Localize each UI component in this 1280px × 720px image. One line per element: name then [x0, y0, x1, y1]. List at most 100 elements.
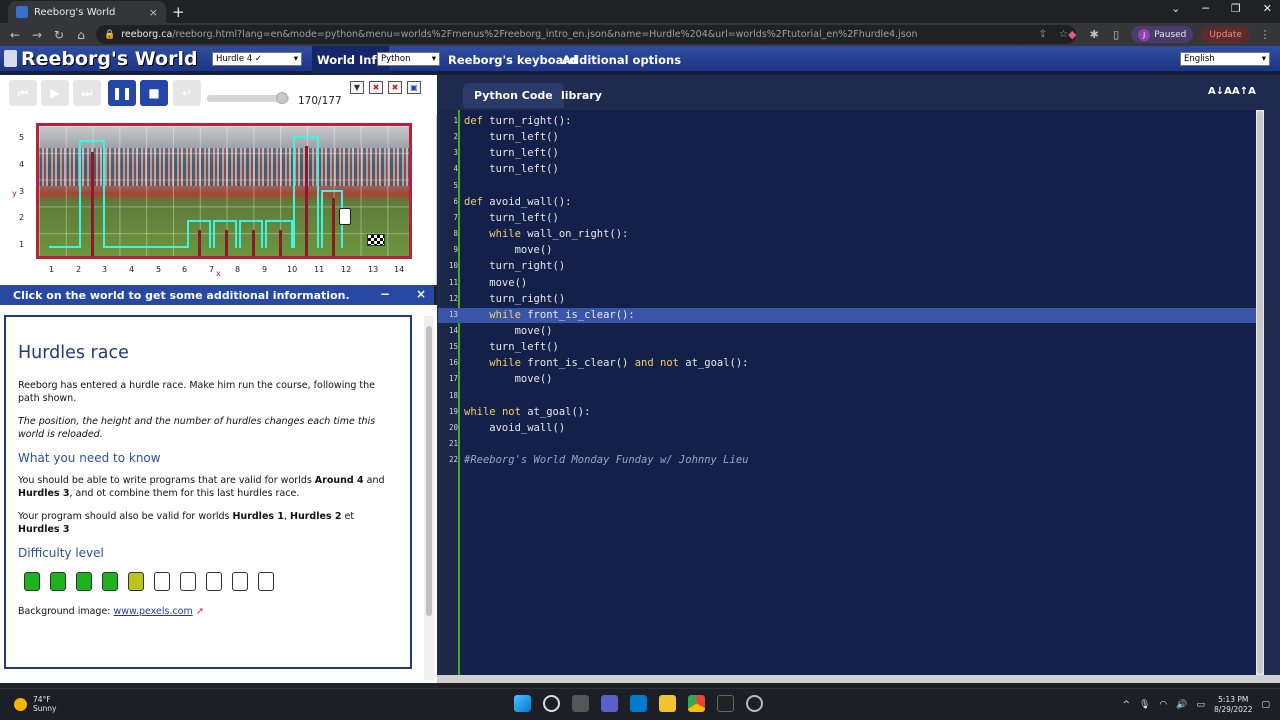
close-window-icon[interactable]: ✕ [1263, 2, 1272, 15]
code-line[interactable]: avoid_wall() [464, 420, 565, 436]
minimize-window-icon[interactable]: ─ [1202, 2, 1209, 15]
volume-icon[interactable]: 🔊 [1176, 700, 1187, 710]
x-tick: 8 [235, 265, 241, 274]
restore-window-icon[interactable]: ❐ [1231, 2, 1241, 15]
tab-close-icon[interactable]: × [149, 6, 158, 19]
chrome-icon[interactable] [688, 695, 705, 712]
code-line[interactable]: while not at_goal(): [464, 404, 590, 420]
extension-icon[interactable]: ◆ [1065, 28, 1079, 41]
reload-icon[interactable]: ↻ [48, 28, 70, 42]
profile-button[interactable]: J Paused [1131, 26, 1194, 43]
code-line[interactable]: turn_left() [464, 161, 559, 177]
x-tick: 2 [76, 265, 82, 274]
code-line[interactable]: move() [464, 371, 553, 387]
microphone-icon[interactable]: 🎙 [1139, 700, 1150, 710]
home-icon[interactable]: ⌂ [70, 28, 92, 42]
scrollbar-thumb[interactable] [426, 326, 432, 616]
windows-taskbar: 74°F Sunny ^ 🎙 ◠ 🔊 ▭ 5:13 PM 8/29/2022 ▢ [0, 688, 1280, 720]
code-area[interactable]: 1 def turn_right(): 2 turn_left() 3 turn_le… [438, 110, 1256, 675]
decrease-font-button[interactable]: A↓A [1208, 86, 1232, 97]
code-editor-panel: Python Code library A↓A A↑A 1 def turn_ri… [437, 75, 1280, 683]
kebab-menu-icon[interactable]: ⋮ [1258, 28, 1272, 41]
screenshot-icon[interactable]: ▣ [407, 81, 421, 94]
code-line[interactable]: def turn_right(): [464, 113, 571, 129]
teams-chat-icon[interactable] [601, 695, 618, 712]
world-select[interactable]: Hurdle 4 ✓ ▾ [212, 52, 302, 66]
code-line[interactable]: turn_left() [464, 129, 559, 145]
world-description: Hurdles race Reeborg has entered a hurdl… [4, 315, 412, 669]
world-info-titlebar[interactable]: Click on the world to get some additiona… [0, 285, 434, 305]
code-line[interactable]: while wall_on_right(): [464, 226, 628, 242]
code-line[interactable]: move() [464, 275, 527, 291]
code-line[interactable]: def avoid_wall(): [464, 194, 571, 210]
terminal-icon[interactable] [717, 695, 734, 712]
step-button[interactable]: ⏭ [73, 80, 101, 106]
stop-button[interactable]: ■ [140, 80, 168, 106]
code-line[interactable]: while front_is_clear(): [464, 307, 634, 323]
code-line[interactable]: move() [464, 323, 553, 339]
reload-world-button[interactable]: ⏮ [9, 80, 37, 106]
y-tick: 1 [19, 240, 25, 249]
code-line[interactable]: move() [464, 242, 553, 258]
code-line[interactable]: turn_right() [464, 291, 565, 307]
file-explorer-icon[interactable] [659, 695, 676, 712]
chevron-up-icon[interactable]: ^ [1122, 700, 1130, 710]
edit-world-icon[interactable]: ✖ [388, 81, 402, 94]
difficulty-robot-icon [154, 572, 170, 591]
back-icon[interactable]: ← [4, 28, 26, 42]
funnel-icon[interactable]: ▼ [350, 81, 364, 94]
task-view-icon[interactable] [572, 695, 589, 712]
taskbar-apps [514, 695, 763, 712]
pexels-link[interactable]: www.pexels.com [114, 606, 193, 617]
clear-world-icon[interactable]: ✖ [369, 81, 383, 94]
forward-icon[interactable]: → [26, 28, 48, 42]
wifi-icon[interactable]: ◠ [1159, 700, 1167, 710]
code-line[interactable]: turn_left() [464, 339, 559, 355]
programming-language-select[interactable]: Python ▾ [377, 52, 440, 66]
ui-language-select[interactable]: English ▾ [1180, 52, 1270, 66]
code-line[interactable]: turn_right() [464, 258, 565, 274]
toolbar-right: ◆ ✱ ▯ J Paused Update ⋮ [1065, 26, 1272, 43]
new-tab-button[interactable]: + [172, 3, 185, 21]
slider-knob[interactable] [275, 92, 288, 104]
line-number: 17 [448, 374, 458, 384]
search-icon[interactable] [543, 695, 560, 712]
tab-search-icon[interactable]: ⌄ [1171, 2, 1180, 15]
puzzle-icon[interactable]: ✱ [1087, 28, 1101, 41]
clock[interactable]: 5:13 PM 8/29/2022 [1214, 695, 1252, 715]
history-slider[interactable] [207, 92, 289, 104]
additional-options-button[interactable]: Additional options [557, 46, 686, 73]
path-segment [265, 220, 293, 248]
settings-gear-icon[interactable] [746, 695, 763, 712]
weather-condition: Sunny [33, 704, 57, 713]
update-button[interactable]: Update [1201, 26, 1250, 43]
line-number: 18 [448, 390, 458, 400]
address-bar[interactable]: 🔒 reeborg.ca/reeborg.html?lang=en&mode=p… [96, 25, 1076, 44]
code-line[interactable]: #Reeborg's World Monday Funday w/ Johnny… [464, 452, 748, 468]
world-canvas[interactable] [36, 123, 412, 259]
tab-library[interactable]: library [550, 83, 613, 108]
browser-tab[interactable]: Reeborg's World × [8, 1, 166, 23]
increase-font-button[interactable]: A↑A [1232, 86, 1256, 97]
weather-widget[interactable]: 74°F Sunny [14, 695, 56, 713]
notifications-icon[interactable]: ▢ [1261, 700, 1270, 710]
step-back-button[interactable]: ↵ [173, 80, 201, 106]
x-tick: 6 [182, 265, 188, 274]
windows-start-icon[interactable] [514, 695, 531, 712]
code-line[interactable]: turn_left() [464, 210, 559, 226]
run-button[interactable]: ▶ [41, 80, 69, 106]
side-panel-icon[interactable]: ▯ [1109, 28, 1123, 41]
share-icon[interactable]: ⇪ [1039, 29, 1047, 40]
scrollbar-thumb[interactable] [1257, 111, 1263, 674]
close-panel-button[interactable]: × [416, 287, 426, 301]
tab-python-code[interactable]: Python Code [463, 83, 564, 108]
vscode-icon[interactable] [630, 695, 647, 712]
code-line[interactable]: while front_is_clear() and not at_goal()… [464, 355, 748, 371]
code-line[interactable]: turn_left() [464, 145, 559, 161]
pause-button[interactable]: ❚❚ [108, 80, 136, 106]
battery-icon[interactable]: ▭ [1197, 700, 1206, 710]
editor-scrollbar[interactable] [1256, 110, 1264, 675]
background-credit: Background image: www.pexels.com ↗ [18, 605, 398, 618]
info-scrollbar[interactable] [424, 316, 434, 680]
minimize-panel-button[interactable]: − [380, 287, 390, 301]
